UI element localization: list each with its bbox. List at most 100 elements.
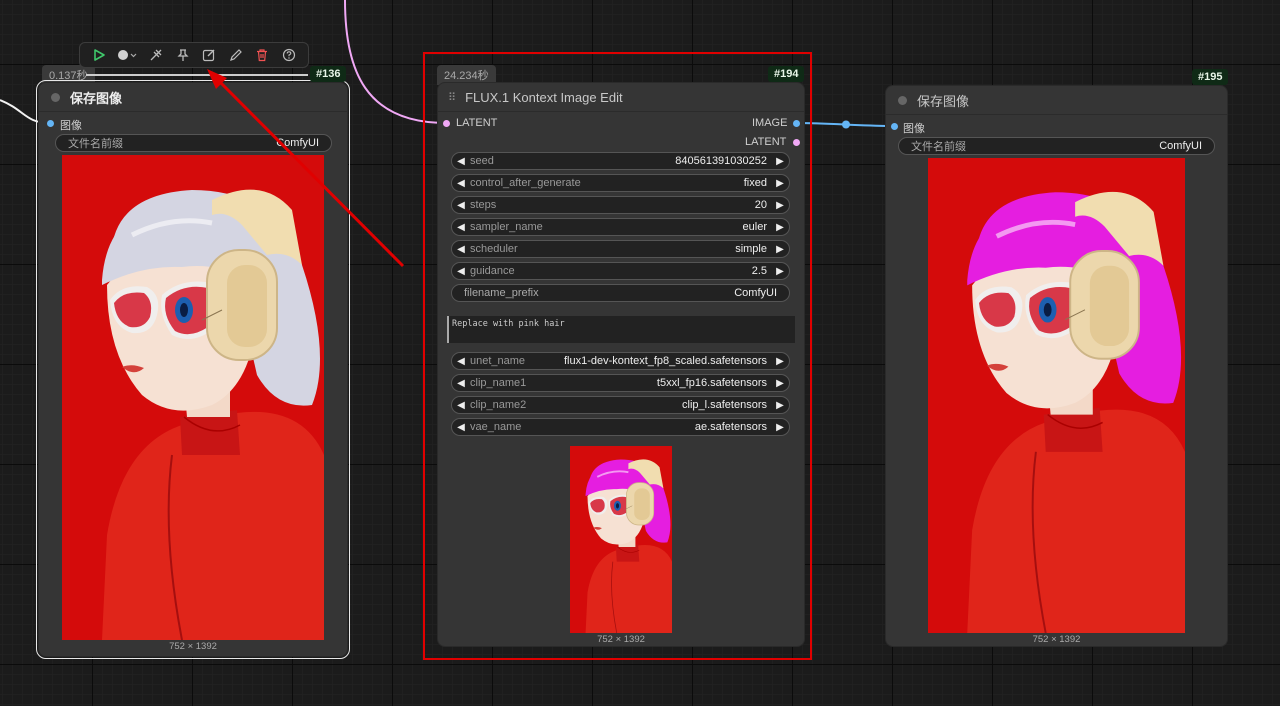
- prompt-textarea[interactable]: Replace with pink hair: [447, 316, 795, 343]
- decrement-arrow-icon[interactable]: ◀: [452, 156, 470, 167]
- widget-label: clip_name1: [470, 377, 527, 389]
- latent-output-label: LATENT: [745, 136, 787, 148]
- widget-label: vae_name: [470, 421, 522, 433]
- increment-arrow-icon[interactable]: ▶: [771, 356, 789, 367]
- widget-value: ComfyUI: [734, 287, 777, 299]
- image-preview: [62, 155, 324, 641]
- node-title-bar[interactable]: 保存图像: [39, 83, 347, 112]
- widget-value: t5xxl_fp16.safetensors: [656, 377, 767, 389]
- widget-label: steps: [470, 199, 497, 211]
- decrement-arrow-icon[interactable]: ◀: [452, 222, 470, 233]
- node-id-badge: #194: [768, 66, 805, 82]
- widget-label: control_after_generate: [470, 177, 581, 189]
- node-toolbar: [79, 42, 309, 68]
- edit-icon[interactable]: [200, 46, 218, 64]
- decrement-arrow-icon[interactable]: ◀: [452, 356, 470, 367]
- widget-guidance[interactable]: ◀ guidance 2.5 ▶: [451, 262, 790, 280]
- image-input-label: 图像: [60, 120, 82, 132]
- node-id-badge: #136: [310, 66, 347, 82]
- color-icon[interactable]: [117, 46, 139, 64]
- increment-arrow-icon[interactable]: ▶: [771, 200, 789, 211]
- widget-label: scheduler: [470, 243, 518, 255]
- increment-arrow-icon[interactable]: ▶: [771, 156, 789, 167]
- widget-value: euler: [742, 221, 767, 233]
- latent-input-socket[interactable]: [443, 120, 450, 127]
- node-title-bar[interactable]: ⠿ FLUX.1 Kontext Image Edit: [438, 83, 804, 112]
- widget-value: flux1-dev-kontext_fp8_scaled.safetensors: [563, 355, 767, 367]
- image-dimensions: 752 × 1392: [1032, 634, 1081, 645]
- filename-prefix-widget[interactable]: 文件名前缀 ComfyUI: [898, 137, 1215, 155]
- image-preview: [570, 446, 672, 634]
- increment-arrow-icon[interactable]: ▶: [771, 400, 789, 411]
- widget-clip-name2[interactable]: ◀ clip_name2 clip_l.safetensors ▶: [451, 396, 790, 414]
- increment-arrow-icon[interactable]: ▶: [771, 178, 789, 189]
- decrement-arrow-icon[interactable]: ◀: [452, 422, 470, 433]
- widget-value: ae.safetensors: [694, 421, 767, 433]
- bypass-icon[interactable]: [147, 46, 165, 64]
- image-input-label: 图像: [903, 123, 925, 135]
- widget-value: fixed: [743, 177, 767, 189]
- image-dimensions: 752 × 1392: [169, 641, 217, 652]
- decrement-arrow-icon[interactable]: ◀: [452, 178, 470, 189]
- decrement-arrow-icon[interactable]: ◀: [452, 266, 470, 277]
- delete-icon[interactable]: [253, 46, 271, 64]
- run-icon[interactable]: [90, 46, 108, 64]
- widget-value: simple: [735, 243, 767, 255]
- widget-label: seed: [470, 155, 494, 167]
- filename-prefix-widget[interactable]: 文件名前缀 ComfyUI: [55, 134, 332, 152]
- widget-vae-name[interactable]: ◀ vae_name ae.safetensors ▶: [451, 418, 790, 436]
- image-dimensions: 752 × 1392: [597, 634, 645, 645]
- pencil-icon[interactable]: [227, 46, 245, 64]
- wire-midpoint: [842, 120, 850, 129]
- help-icon[interactable]: [280, 46, 298, 64]
- widget-value: clip_l.safetensors: [682, 399, 767, 411]
- collapse-dot-icon[interactable]: [51, 92, 60, 102]
- progress-bar: [86, 74, 308, 76]
- image-output-wire: [796, 122, 895, 127]
- portrait-image: [62, 155, 324, 641]
- image-preview: [928, 158, 1185, 634]
- widget-control-after-generate[interactable]: ◀ control_after_generate fixed ▶: [451, 174, 790, 192]
- increment-arrow-icon[interactable]: ▶: [771, 244, 789, 255]
- node-title: FLUX.1 Kontext Image Edit: [465, 89, 623, 105]
- image-input-socket[interactable]: [891, 123, 898, 130]
- latent-link-wire: [344, 0, 447, 124]
- collapse-dot-icon[interactable]: [898, 95, 907, 105]
- portrait-image: [570, 446, 672, 634]
- widget-unet-name[interactable]: ◀ unet_name flux1-dev-kontext_fp8_scaled.s…: [451, 352, 790, 370]
- filename-prefix-widget[interactable]: filename_prefix ComfyUI: [451, 284, 790, 302]
- image-output-socket[interactable]: [793, 120, 800, 127]
- widget-label: 文件名前缀: [68, 138, 123, 150]
- widget-scheduler[interactable]: ◀ scheduler simple ▶: [451, 240, 790, 258]
- widget-value: 2.5: [751, 265, 767, 277]
- widget-clip-name1[interactable]: ◀ clip_name1 t5xxl_fp16.safetensors ▶: [451, 374, 790, 392]
- latent-input-label: LATENT: [456, 117, 498, 129]
- node-id-badge: #195: [1192, 69, 1229, 85]
- pin-icon[interactable]: [174, 46, 192, 64]
- increment-arrow-icon[interactable]: ▶: [771, 266, 789, 277]
- widget-label: 文件名前缀: [911, 141, 966, 153]
- widget-value: 840561391030252: [675, 155, 767, 167]
- widget-label: clip_name2: [470, 399, 527, 411]
- decrement-arrow-icon[interactable]: ◀: [452, 200, 470, 211]
- node-title-bar[interactable]: 保存图像: [886, 86, 1227, 115]
- widget-steps[interactable]: ◀ steps 20 ▶: [451, 196, 790, 214]
- decrement-arrow-icon[interactable]: ◀: [452, 400, 470, 411]
- node-title: 保存图像: [70, 90, 123, 106]
- drag-grip-icon[interactable]: ⠿: [448, 91, 456, 104]
- decrement-arrow-icon[interactable]: ◀: [452, 378, 470, 389]
- image-input-socket[interactable]: [47, 120, 54, 127]
- widget-value: ComfyUI: [276, 137, 319, 149]
- decrement-arrow-icon[interactable]: ◀: [452, 244, 470, 255]
- widget-label: guidance: [470, 265, 515, 277]
- widget-value: 20: [754, 199, 767, 211]
- increment-arrow-icon[interactable]: ▶: [771, 378, 789, 389]
- widget-sampler-name[interactable]: ◀ sampler_name euler ▶: [451, 218, 790, 236]
- latent-output-socket[interactable]: [793, 139, 800, 146]
- node-title: 保存图像: [917, 93, 970, 109]
- widget-seed[interactable]: ◀ seed 840561391030252 ▶: [451, 152, 790, 170]
- widget-label: filename_prefix: [464, 287, 539, 299]
- increment-arrow-icon[interactable]: ▶: [771, 422, 789, 433]
- portrait-image: [928, 158, 1185, 634]
- increment-arrow-icon[interactable]: ▶: [771, 222, 789, 233]
